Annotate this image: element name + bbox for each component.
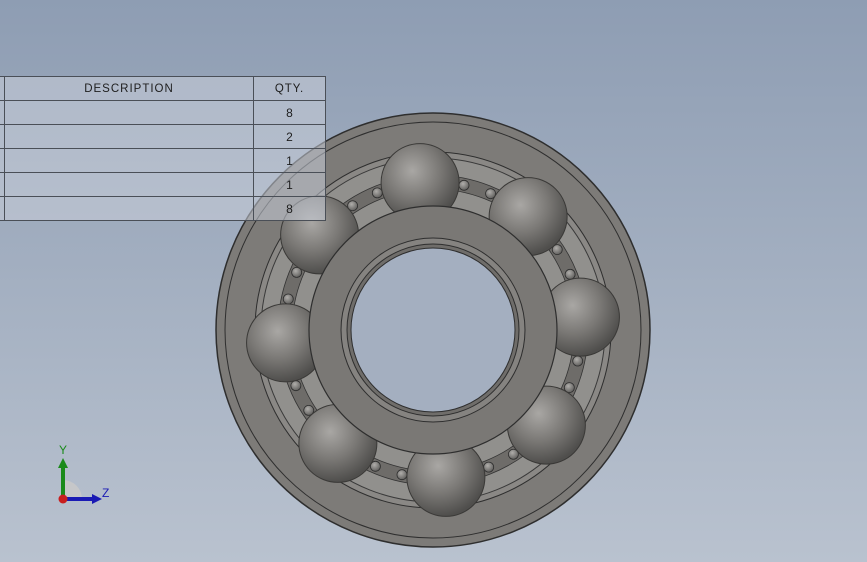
bom-description-cell: [4, 124, 254, 149]
cage-rivet: [483, 461, 495, 473]
bom-qty-cell: 2: [253, 124, 326, 149]
z-axis-arrow-icon: [92, 494, 102, 504]
bore: [350, 247, 516, 413]
cage-rivet: [290, 380, 302, 392]
bom-row: 1: [0, 148, 326, 173]
cage-rivet: [282, 293, 294, 305]
bom-row: 1: [0, 172, 326, 197]
x-axis-origin-icon: [58, 494, 68, 504]
z-axis-label: Z: [102, 486, 109, 500]
cage-rivet: [458, 179, 470, 191]
bom-qty-cell: 8: [253, 100, 326, 125]
coordinate-triad[interactable]: Y Z: [50, 440, 120, 510]
bom-description-cell: [4, 100, 254, 125]
bom-header-row: DESCRIPTION QTY.: [0, 76, 326, 101]
bill-of-materials-table[interactable]: DESCRIPTION QTY. 8 2 1 1 8: [0, 76, 326, 221]
bom-row: 8: [0, 196, 326, 221]
bom-row: 2: [0, 124, 326, 149]
bom-description-cell: [4, 172, 254, 197]
bom-row: 8: [0, 100, 326, 125]
bom-description-cell: [4, 196, 254, 221]
bom-qty-cell: 1: [253, 148, 326, 173]
cage-rivet: [396, 469, 408, 481]
cage-rivet: [564, 268, 576, 280]
y-axis-label: Y: [59, 443, 67, 457]
bom-description-cell: [4, 148, 254, 173]
bom-qty-cell: 1: [253, 172, 326, 197]
bom-qty-header: QTY.: [253, 76, 326, 101]
y-axis-arrow-icon: [58, 458, 68, 468]
bom-description-header: DESCRIPTION: [4, 76, 254, 101]
cage-rivet: [371, 187, 383, 199]
cage-rivet: [572, 355, 584, 367]
bom-qty-cell: 8: [253, 196, 326, 221]
